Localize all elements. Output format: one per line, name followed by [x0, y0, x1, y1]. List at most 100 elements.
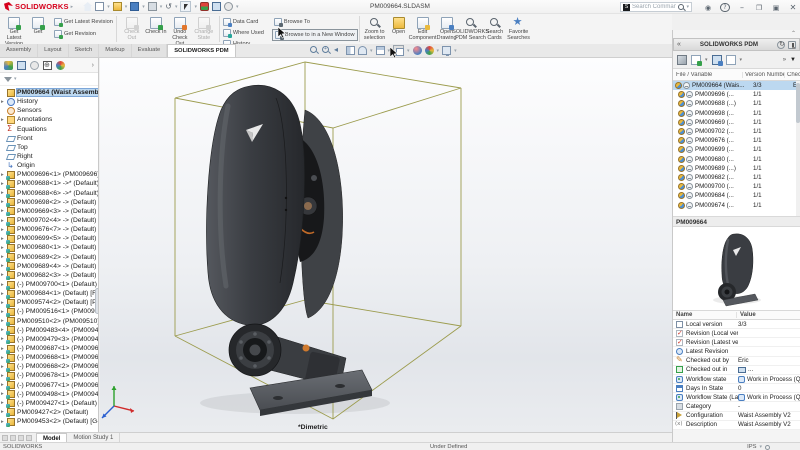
ribbon-button[interactable]: Change State: [192, 15, 216, 42]
previous-view-icon[interactable]: [334, 46, 343, 55]
layout-icon[interactable]: [771, 2, 781, 14]
feature-tree-item[interactable]: (-) PM009678<1> (PM009678): [0, 371, 98, 380]
feature-tree-item[interactable]: PM009680<1> -> (Default): [0, 243, 98, 252]
feature-tree-item[interactable]: PM009427<2> (Default): [0, 408, 98, 417]
details-value-header[interactable]: Value: [737, 312, 800, 318]
feature-tree-item[interactable]: PM009664 (Waist Assembly V2): [0, 88, 98, 97]
model-tab[interactable]: Motion Study 1: [67, 433, 120, 443]
feature-tree-item[interactable]: Sensors: [0, 106, 98, 115]
feature-tree-item[interactable]: PM009689<2> -> (Default): [0, 253, 98, 262]
pdm-get-latest-icon[interactable]: [691, 55, 701, 65]
property-manager-tab-icon[interactable]: [17, 61, 26, 70]
hide-show-items-icon[interactable]: [358, 46, 367, 55]
save-icon[interactable]: [130, 2, 139, 11]
feature-tree-item[interactable]: Origin: [0, 161, 98, 170]
home-icon[interactable]: [83, 2, 92, 11]
undo-dropdown-icon[interactable]: ▾: [175, 4, 178, 10]
feature-tree-item[interactable]: (-) PM009668<2> (PM009668): [0, 362, 98, 371]
feature-tree-item[interactable]: PM009702<4> -> (Default): [0, 216, 98, 225]
ribbon-button[interactable]: Favorite Searches: [507, 15, 531, 42]
pdm-file-row[interactable]: PM009680 (... 1/1: [673, 155, 800, 164]
view-orientation-icon[interactable]: [393, 45, 404, 56]
details-row[interactable]: Checked out by Eric: [673, 357, 800, 366]
feature-tree-item[interactable]: PM009699<5> -> (Default): [0, 234, 98, 243]
details-row[interactable]: Category -: [673, 402, 800, 411]
pdm-file-row[interactable]: PM009684 (... 1/1: [673, 191, 800, 200]
status-units[interactable]: IPS ▾: [747, 444, 770, 450]
restore-icon[interactable]: [754, 2, 764, 14]
ribbon-small-button[interactable]: Browse To: [272, 17, 358, 27]
feature-tree-item[interactable]: PM009453<2> (Default) [G-PC: [0, 417, 98, 426]
ribbon-small-button[interactable]: Browse to in a New Window: [272, 29, 358, 41]
ribbon-button[interactable]: Zoom to selection: [363, 15, 387, 42]
ribbon-button[interactable]: Undo Check Out: [168, 15, 192, 47]
feature-tree-item[interactable]: Front: [0, 134, 98, 143]
details-row[interactable]: Checked out in ...: [673, 366, 800, 375]
print-icon[interactable]: [148, 2, 157, 11]
feature-tree-item[interactable]: PM009698<2> -> (Default): [0, 198, 98, 207]
pdm-check-out-icon[interactable]: [712, 55, 722, 65]
panel-splitter-handle[interactable]: [95, 288, 99, 314]
pdm-file-row[interactable]: PM009700 (... 1/1: [673, 182, 800, 191]
feature-tree-item[interactable]: Right: [0, 152, 98, 161]
view-orientation-dropdown-icon[interactable]: ▾: [407, 48, 410, 54]
column-version-number[interactable]: Version Number: [743, 72, 785, 78]
feature-tree-item[interactable]: PM009696<1> (PM009696) [A1: [0, 170, 98, 179]
feature-tree-item[interactable]: (-) PM009516<1> (PM009516): [0, 307, 98, 316]
settings-dropdown-icon[interactable]: ▾: [236, 4, 239, 10]
apply-scene-icon[interactable]: [425, 46, 434, 55]
feature-tree-item[interactable]: Top: [0, 143, 98, 152]
ribbon-button[interactable]: Get: [26, 15, 50, 36]
pdm-file-row[interactable]: PM009688 (...) 1/1: [673, 99, 800, 108]
feature-tree-item[interactable]: (-) PM009700<1> (Default): [0, 280, 98, 289]
ribbon-button[interactable]: SOLIDWORKS PDM Search: [459, 15, 483, 42]
expand-pane-chevron-icon[interactable]: «: [677, 41, 681, 48]
minimize-icon[interactable]: [737, 2, 747, 14]
command-tab[interactable]: Assembly: [0, 44, 38, 57]
pdm-file-row[interactable]: PM009669 (... 1/1: [673, 118, 800, 127]
details-name-header[interactable]: Name: [673, 312, 737, 318]
new-document-icon[interactable]: [95, 2, 104, 11]
filter-icon[interactable]: [4, 77, 12, 82]
scrollbar-thumb[interactable]: [796, 83, 800, 123]
new-dropdown-icon[interactable]: ▾: [107, 4, 110, 10]
details-row[interactable]: Days In State 0: [673, 384, 800, 393]
units-dropdown-icon[interactable]: ▾: [759, 444, 762, 450]
feature-tree-item[interactable]: PM009689<4> -> (Default): [0, 262, 98, 271]
appearances-tab-icon[interactable]: [56, 61, 65, 70]
feature-tree-item[interactable]: History: [0, 97, 98, 106]
tab-scroll-last-icon[interactable]: [26, 435, 32, 441]
status-option-icon[interactable]: [765, 445, 770, 450]
ribbon-button[interactable]: Search Cards: [483, 15, 507, 42]
ribbon-small-button[interactable]: Get Revision: [52, 29, 115, 39]
pdm-file-row[interactable]: PM009696 (... 1/1: [673, 90, 800, 99]
settings-gear-icon[interactable]: [224, 2, 233, 11]
display-style-icon[interactable]: [376, 46, 385, 55]
column-checked-out[interactable]: Checked Out By: [785, 72, 800, 78]
pdm-file-row[interactable]: PM009698 (... 1/1: [673, 109, 800, 118]
toolbar-overflow-icon[interactable]: »: [783, 57, 786, 63]
tab-scroll-first-icon[interactable]: [2, 435, 8, 441]
tab-scroll-prev-icon[interactable]: [10, 435, 16, 441]
details-row[interactable]: Revision (Latest ver...: [673, 338, 800, 347]
feature-tree-item[interactable]: (-) PM009483<4> (PM009483): [0, 326, 98, 335]
feature-tree-item[interactable]: PM009688<1> ->* (Default): [0, 179, 98, 188]
ribbon-button[interactable]: Open: [387, 15, 411, 36]
feature-tree-item[interactable]: Annotations: [0, 115, 98, 124]
view-settings-icon[interactable]: [442, 46, 451, 55]
ribbon-button[interactable]: Get Latest Version: [2, 15, 26, 47]
help-icon[interactable]: [720, 1, 730, 14]
command-tab[interactable]: Sketch: [69, 44, 100, 57]
pdm-file-row[interactable]: PM009702 (... 1/1: [673, 127, 800, 136]
save-dropdown-icon[interactable]: ▾: [142, 4, 145, 10]
feature-tree-item[interactable]: PM009688<6> ->* (Default): [0, 189, 98, 198]
command-tab[interactable]: Evaluate: [132, 44, 168, 57]
command-tab[interactable]: Markup: [99, 44, 131, 57]
feature-tree-tab-icon[interactable]: [4, 61, 13, 70]
command-search-input[interactable]: S Search Commands ▾: [620, 2, 692, 12]
open-dropdown-icon[interactable]: ▾: [125, 4, 128, 10]
pdm-dropdown-icon[interactable]: ▾: [705, 57, 708, 63]
view-settings-dropdown-icon[interactable]: ▾: [454, 48, 457, 54]
ribbon-small-button[interactable]: Get Latest Revision: [52, 17, 115, 27]
tab-scroll-next-icon[interactable]: [18, 435, 24, 441]
